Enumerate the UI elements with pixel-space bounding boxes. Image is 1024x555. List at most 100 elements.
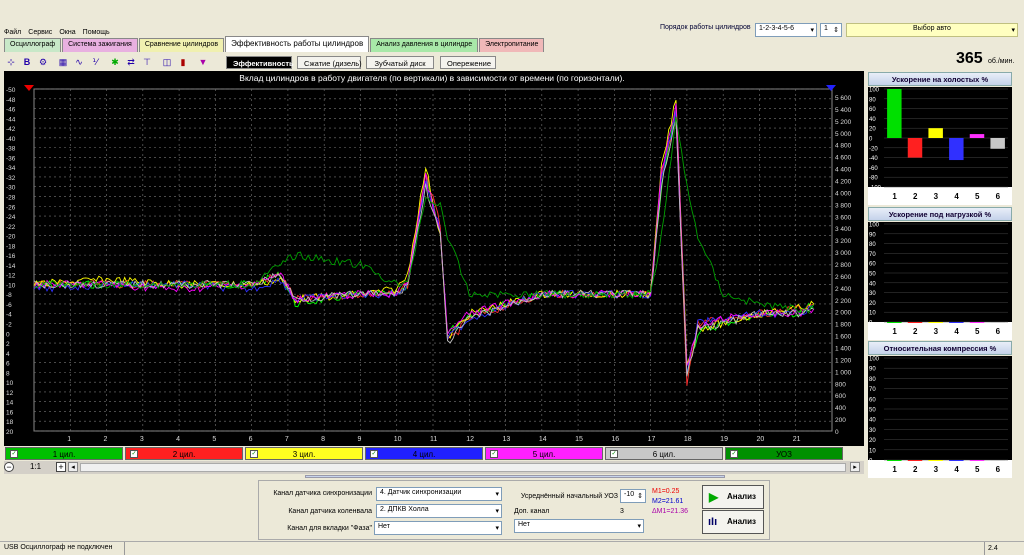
marker-m1-icon[interactable] [24,85,34,91]
y-tick-label: -20 [6,234,16,241]
checkbox-icon[interactable]: ✓ [610,450,618,458]
checkbox-icon[interactable]: ✓ [370,450,378,458]
phase-select[interactable]: Нет ▾ [374,521,502,535]
scroll-left-icon[interactable]: ◂ [68,462,78,472]
side-tick-label: 30 [869,291,876,297]
checkbox-icon[interactable]: ✓ [490,450,498,458]
cylinder-spin[interactable]: 1 ⇕ [820,23,842,37]
side-chart-3: 100 90 80 70 60 50 40 30 20 10 0 1 2 3 4 5 6 [868,356,1012,478]
zoom-out-icon[interactable]: − [4,462,14,472]
sync-value: 4. Датчик синхронизации [380,489,462,496]
uoz-spin[interactable]: -10 ⇕ [620,489,646,503]
efficiency-chart[interactable]: -50 -48 -46 -44 -42 -40 -38 -36 -34 -32 -30 -28 -26-… [4,71,864,446]
y-tick-label: -46 [6,107,16,114]
scroll-right-icon[interactable]: ▸ [850,462,860,472]
checkbox-icon[interactable]: ✓ [130,450,138,458]
subtab-1[interactable]: Эффективность [226,56,294,69]
gear-green-icon[interactable]: ✱ [108,55,122,69]
y-tick-label: -24 [6,214,16,221]
legend-cylinder-6[interactable]: ✓ 6 цил. [605,447,723,460]
legend-cylinder-7[interactable]: ✓ УОЗ [725,447,843,460]
y2-tick-label: 3 400 [835,226,852,233]
transfer-icon[interactable]: ⇄ [124,55,138,69]
extra-channel-select[interactable]: Нет ▾ [514,519,644,533]
menu-file[interactable]: Файл [4,29,21,36]
y2-tick-label: 4 000 [835,190,852,197]
menu-windows[interactable]: Окна [59,29,75,36]
scale-icon[interactable]: ⅟ [88,55,102,69]
tab-6[interactable]: Электропитание [479,38,545,52]
y2-tick-label: 3 000 [835,250,852,257]
grid-icon[interactable]: ▦ [56,55,70,69]
side-bar-1 [887,89,902,138]
bars-icon[interactable]: ▮ [176,55,190,69]
checkbox-icon[interactable]: ✓ [10,450,18,458]
y2-tick-label: 2 400 [835,286,852,293]
splitter[interactable] [305,475,725,478]
side-tick-label: -60 [869,166,878,172]
subtab-2[interactable]: Сжатие (дизель) [297,56,362,69]
checkbox-icon[interactable]: ✓ [250,450,258,458]
marker-m1: M1=0.25 [652,488,680,495]
legend-cylinder-4[interactable]: ✓ 4 цил. [365,447,483,460]
chevron-down-icon: ▾ [1011,27,1015,34]
crank-select[interactable]: 2. ДПКВ Холла ▾ [376,504,502,518]
sync-select[interactable]: 4. Датчик синхронизации ▾ [376,487,502,501]
y2-tick-label: 5 200 [835,119,852,126]
side-tick-label: 60 [869,107,876,113]
bold-chart-icon[interactable]: B [20,55,34,69]
side-tick-label: 50 [869,408,876,414]
side-bar-4 [949,138,964,161]
cursor-icon[interactable]: ⊹ [4,55,18,69]
status-divider [124,542,125,555]
y2-tick-label: 0 [835,429,839,436]
menu-help[interactable]: Помощь [83,29,110,36]
x-tick-label: 15 [575,436,583,443]
side-bar-1 [887,322,902,323]
side-tick-label: 80 [869,242,876,248]
menu-service[interactable]: Сервис [28,29,52,36]
side-axis-bg [868,187,1012,205]
checkbox-icon[interactable]: ✓ [730,450,738,458]
side-x-label: 3 [934,192,939,201]
horizontal-scrollbar[interactable] [80,463,846,472]
y-tick-label: -30 [6,185,16,192]
legend-cylinder-3[interactable]: ✓ 3 цил. [245,447,363,460]
engine-icon[interactable]: ⚙ [36,55,50,69]
analyze-button[interactable]: ▶ Анализ [702,485,764,509]
cylinder-order-value: 1-2-3-4-5-6 [759,25,795,32]
y2-tick-label: 3 200 [835,238,852,245]
filter-icon[interactable]: ▼ [196,55,210,69]
cursors-icon[interactable]: ⊤ [140,55,154,69]
wave-icon[interactable]: ∿ [72,55,86,69]
tab-4[interactable]: Эффективность работы цилиндров [225,36,370,52]
analyze-bars-button[interactable]: ıIı Анализ [702,510,764,534]
cylinder-order-label: Порядок работы цилиндров [660,24,751,31]
zoom-in-icon[interactable]: + [56,462,66,472]
tab-2[interactable]: Система зажигания [62,38,138,52]
x-tick-label: 14 [539,436,547,443]
tab-1[interactable]: Осциллограф [4,38,62,52]
analyze-button-label: Анализ [727,492,757,501]
side-chart-title-1: Ускорение на холостых % [868,72,1012,86]
side-x-label: 4 [954,327,959,336]
side-bar-3 [928,460,943,461]
subtab-3[interactable]: Зубчатый диск [366,56,434,69]
y2-tick-label: 1 800 [835,322,852,329]
tab-5[interactable]: Анализ давления в цилиндре [370,38,479,52]
tab-3[interactable]: Сравнение цилиндров [138,38,225,52]
legend-cylinder-2[interactable]: ✓ 2 цил. [125,447,243,460]
status-connection: USB Осциллограф не подключен [4,544,113,551]
y-tick-label: 12 [6,390,14,397]
subtab-4[interactable]: Опережение [440,56,496,69]
car-select[interactable]: Выбор авто ▾ [846,23,1018,37]
y-tick-label: 4 [6,351,10,358]
y-tick-label: -42 [6,126,16,133]
legend-cylinder-5[interactable]: ✓ 5 цил. [485,447,603,460]
legend-cylinder-1[interactable]: ✓ 1 цил. [5,447,123,460]
cylinder-order-select[interactable]: 1-2-3-4-5-6 ▾ [755,23,817,37]
chart-icon[interactable]: ◫ [160,55,174,69]
legend-label: 2 цил. [172,450,196,459]
side-tick-label: 30 [869,428,876,434]
cylinder-spin-value: 1 [824,25,828,32]
